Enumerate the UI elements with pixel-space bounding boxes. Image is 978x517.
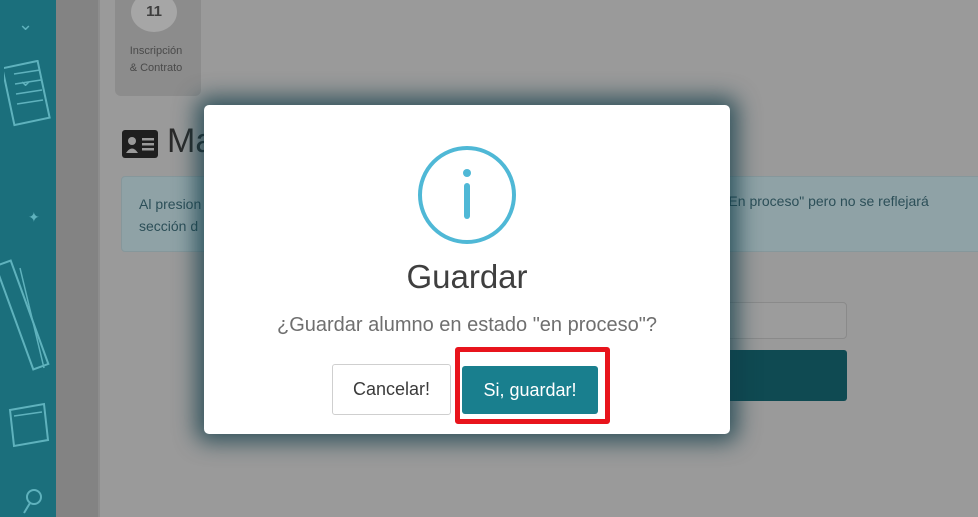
step-label: Inscripción & Contrato <box>118 43 194 77</box>
id-card-icon <box>122 130 158 158</box>
ruler-icon <box>4 60 51 127</box>
step-label-line-1: Inscripción <box>129 45 183 57</box>
info-icon-bar <box>464 183 470 219</box>
sidebar: ⌄ ⌄ ✦ <box>0 0 56 517</box>
info-icon-dot <box>463 169 471 177</box>
info-alert-line-1-right: do "En proceso" pero no se reflejará <box>704 193 929 209</box>
pushpin-icon <box>23 489 42 514</box>
step-label-line-2: & Contrato <box>129 62 183 74</box>
pencil-icon <box>0 259 50 371</box>
dialog-title: Guardar <box>406 258 528 295</box>
sparkle-icon: ✦ <box>28 210 40 226</box>
book-icon <box>8 402 50 448</box>
cancel-button[interactable]: Cancelar! <box>332 364 451 415</box>
sidebar-gutter <box>56 0 100 517</box>
chevron-down-icon: ⌄ <box>18 14 34 35</box>
info-alert-text-left: Al presion sección d <box>139 193 201 237</box>
info-alert-line-1: Al presion <box>139 196 202 212</box>
info-alert-line-2: sección d <box>139 218 199 234</box>
dialog-message: ¿Guardar alumno en estado "en proceso"? <box>277 314 657 336</box>
highlight-annotation-box <box>455 347 610 424</box>
info-icon <box>418 146 516 244</box>
